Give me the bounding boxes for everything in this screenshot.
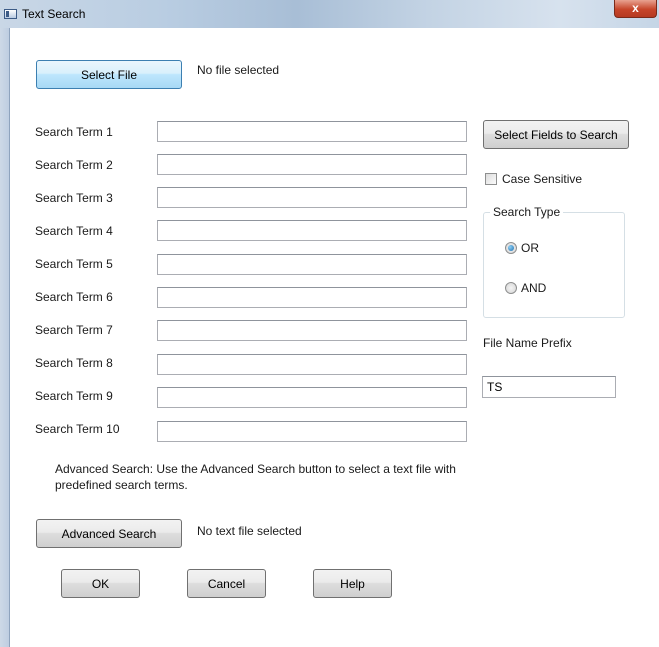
- window-title: Text Search: [22, 7, 86, 21]
- search-term-label: Search Term 1: [35, 125, 113, 139]
- title-bar: Text Search x: [0, 0, 659, 28]
- select-fields-button[interactable]: Select Fields to Search: [483, 120, 629, 149]
- search-type-or-radio[interactable]: [505, 242, 517, 254]
- advanced-search-button[interactable]: Advanced Search: [36, 519, 182, 548]
- search-term-2-input[interactable]: [157, 154, 467, 175]
- search-term-1-input[interactable]: [157, 121, 467, 142]
- search-term-6-input[interactable]: [157, 287, 467, 308]
- search-type-and-label: AND: [521, 281, 547, 295]
- close-icon: x: [632, 1, 639, 15]
- window-left-border: [0, 28, 10, 647]
- file-status: No file selected: [197, 63, 280, 77]
- case-sensitive-label: Case Sensitive: [502, 172, 583, 186]
- search-term-label: Search Term 10: [35, 422, 120, 436]
- search-type-legend: Search Type: [490, 205, 564, 219]
- search-term-label: Search Term 5: [35, 257, 113, 271]
- search-term-label: Search Term 2: [35, 158, 113, 172]
- cancel-button[interactable]: Cancel: [187, 569, 266, 598]
- search-term-5-input[interactable]: [157, 254, 467, 275]
- search-term-label: Search Term 3: [35, 191, 113, 205]
- file-name-prefix-label: File Name Prefix: [483, 336, 572, 350]
- advanced-file-status: No text file selected: [197, 524, 302, 538]
- text-search-dialog: Text Search x Select File No file select…: [0, 0, 659, 647]
- file-name-prefix-input[interactable]: [482, 376, 616, 398]
- advanced-search-note: Advanced Search: Use the Advanced Search…: [55, 462, 456, 492]
- ok-button[interactable]: OK: [61, 569, 140, 598]
- select-file-button[interactable]: Select File: [36, 60, 182, 89]
- window-icon: [4, 9, 17, 19]
- search-term-label: Search Term 4: [35, 224, 113, 238]
- search-term-10-input[interactable]: [157, 421, 467, 442]
- help-button[interactable]: Help: [313, 569, 392, 598]
- close-button[interactable]: x: [614, 0, 657, 18]
- search-term-4-input[interactable]: [157, 220, 467, 241]
- search-type-group: [483, 212, 625, 318]
- case-sensitive-checkbox[interactable]: [485, 173, 497, 185]
- search-type-or-label: OR: [521, 241, 539, 255]
- search-term-3-input[interactable]: [157, 187, 467, 208]
- search-term-9-input[interactable]: [157, 387, 467, 408]
- search-term-label: Search Term 9: [35, 389, 113, 403]
- search-term-7-input[interactable]: [157, 320, 467, 341]
- search-term-label: Search Term 8: [35, 356, 113, 370]
- search-term-label: Search Term 7: [35, 323, 113, 337]
- search-term-8-input[interactable]: [157, 354, 467, 375]
- search-type-and-radio[interactable]: [505, 282, 517, 294]
- search-term-label: Search Term 6: [35, 290, 113, 304]
